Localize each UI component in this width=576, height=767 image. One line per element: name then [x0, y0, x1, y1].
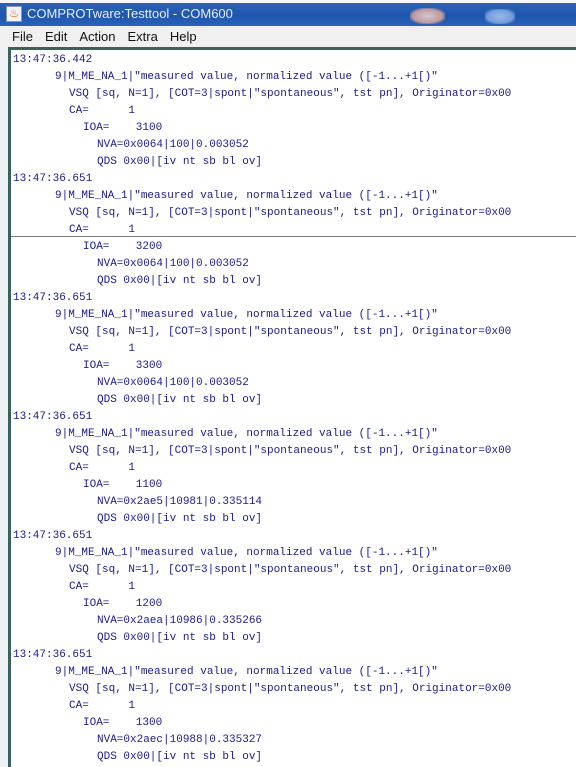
menu-extra[interactable]: Extra	[128, 29, 158, 44]
menu-bar: File Edit Action Extra Help	[0, 26, 576, 47]
log-common-address: CA= 1	[69, 105, 136, 117]
log-entry[interactable]: 13:47:36.651 9|M_ME_NA_1|"measured value,…	[13, 171, 576, 290]
log-nva-value: NVA=0x2aea|10986|0.335266	[97, 615, 263, 627]
log-vsq-cot: VSQ [sq, N=1], [COT=3|spont|"spontaneous…	[69, 88, 512, 100]
log-entry[interactable]: 13:47:36.651 9|M_ME_NA_1|"measured value,…	[13, 528, 576, 647]
log-nva-value: NVA=0x2aec|10988|0.335327	[97, 734, 263, 746]
menu-help[interactable]: Help	[170, 29, 197, 44]
log-qds: QDS 0x00|[iv nt sb bl ov]	[97, 513, 263, 525]
log-ioa: IOA= 1200	[83, 598, 163, 610]
menu-action[interactable]: Action	[79, 29, 115, 44]
log-ioa: IOA= 1100	[83, 479, 163, 491]
log-qds: QDS 0x00|[iv nt sb bl ov]	[97, 156, 263, 168]
java-cup-icon[interactable]: ♨	[6, 6, 22, 22]
log-timestamp: 13:47:36.651	[13, 530, 93, 542]
log-nva-value: NVA=0x0064|100|0.003052	[97, 258, 249, 270]
log-ioa: IOA= 3300	[83, 360, 163, 372]
log-timestamp: 13:47:36.442	[13, 54, 93, 66]
log-type-id: 9|M_ME_NA_1|"measured value, normalized …	[55, 309, 438, 321]
log-type-id: 9|M_ME_NA_1|"measured value, normalized …	[55, 71, 438, 83]
title-bar-button-blur	[410, 8, 445, 24]
log-entry[interactable]: 13:47:36.651 9|M_ME_NA_1|"measured value,…	[13, 647, 576, 766]
log-qds: QDS 0x00|[iv nt sb bl ov]	[97, 275, 263, 287]
log-list: 13:47:36.442 9|M_ME_NA_1|"measured value,…	[11, 50, 576, 766]
log-common-address: CA= 1	[69, 581, 136, 593]
log-common-address: CA= 1	[69, 343, 136, 355]
log-qds: QDS 0x00|[iv nt sb bl ov]	[97, 632, 263, 644]
log-entry[interactable]: 13:47:36.442 9|M_ME_NA_1|"measured value,…	[13, 52, 576, 171]
log-common-address: CA= 1	[69, 462, 136, 474]
window-title: COMPROTware:Testtool - COM600	[27, 6, 233, 21]
log-qds: QDS 0x00|[iv nt sb bl ov]	[97, 394, 263, 406]
split-divider[interactable]	[11, 236, 576, 237]
title-bar[interactable]: ♨ COMPROTware:Testtool - COM600	[0, 0, 576, 27]
log-vsq-cot: VSQ [sq, N=1], [COT=3|spont|"spontaneous…	[69, 445, 512, 457]
log-nva-value: NVA=0x2ae5|10981|0.335114	[97, 496, 263, 508]
log-timestamp: 13:47:36.651	[13, 292, 93, 304]
log-timestamp: 13:47:36.651	[13, 411, 93, 423]
log-type-id: 9|M_ME_NA_1|"measured value, normalized …	[55, 547, 438, 559]
log-timestamp: 13:47:36.651	[13, 173, 93, 185]
log-ioa: IOA= 3100	[83, 122, 163, 134]
menu-edit[interactable]: Edit	[45, 29, 67, 44]
log-vsq-cot: VSQ [sq, N=1], [COT=3|spont|"spontaneous…	[69, 326, 512, 338]
log-ioa: IOA= 1300	[83, 717, 163, 729]
log-qds: QDS 0x00|[iv nt sb bl ov]	[97, 751, 263, 763]
menu-file[interactable]: File	[12, 29, 33, 44]
title-bar-button-blur	[485, 9, 515, 24]
log-vsq-cot: VSQ [sq, N=1], [COT=3|spont|"spontaneous…	[69, 207, 512, 219]
log-vsq-cot: VSQ [sq, N=1], [COT=3|spont|"spontaneous…	[69, 564, 512, 576]
log-common-address: CA= 1	[69, 700, 136, 712]
log-entry[interactable]: 13:47:36.651 9|M_ME_NA_1|"measured value,…	[13, 290, 576, 409]
log-type-id: 9|M_ME_NA_1|"measured value, normalized …	[55, 428, 438, 440]
log-type-id: 9|M_ME_NA_1|"measured value, normalized …	[55, 666, 438, 678]
log-nva-value: NVA=0x0064|100|0.003052	[97, 377, 249, 389]
log-pane[interactable]: 13:47:36.442 9|M_ME_NA_1|"measured value,…	[8, 47, 576, 767]
log-timestamp: 13:47:36.651	[13, 649, 93, 661]
log-nva-value: NVA=0x0064|100|0.003052	[97, 139, 249, 151]
log-vsq-cot: VSQ [sq, N=1], [COT=3|spont|"spontaneous…	[69, 683, 512, 695]
log-type-id: 9|M_ME_NA_1|"measured value, normalized …	[55, 190, 438, 202]
log-entry[interactable]: 13:47:36.651 9|M_ME_NA_1|"measured value,…	[13, 409, 576, 528]
log-ioa: IOA= 3200	[83, 241, 163, 253]
